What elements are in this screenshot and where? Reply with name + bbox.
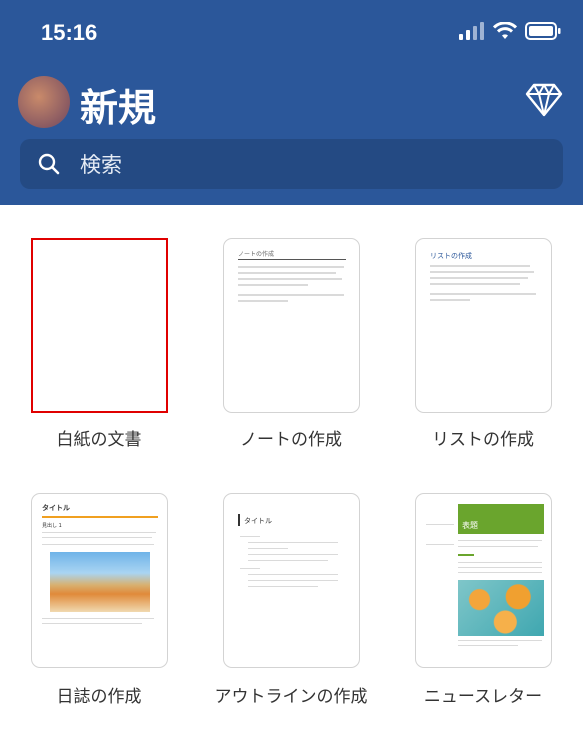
thumb-note-title: ノートの作成 xyxy=(238,251,275,258)
page-title: 新規 xyxy=(80,86,157,130)
template-label-outline[interactable]: アウトラインの作成 xyxy=(206,685,376,710)
template-note[interactable]: ノートの作成 xyxy=(223,238,360,413)
template-label-list[interactable]: リストの作成 xyxy=(398,428,568,453)
battery-icon xyxy=(525,22,561,40)
search-icon xyxy=(38,153,60,175)
status-time: 15:16 xyxy=(41,20,98,45)
search-bar[interactable] xyxy=(20,139,563,189)
thumb-list-title: リストの作成 xyxy=(430,252,472,260)
status-icons xyxy=(459,22,561,40)
thumb-diary-subtitle: 見出し 1 xyxy=(42,523,62,529)
search-input[interactable] xyxy=(78,146,542,184)
diamond-icon xyxy=(525,83,563,117)
avatar[interactable] xyxy=(18,76,70,128)
template-label-diary[interactable]: 日誌の作成 xyxy=(14,685,184,710)
thumb-outline-title: タイトル xyxy=(244,517,272,525)
app-header: 15:16 新規 xyxy=(0,0,583,205)
signal-icon xyxy=(459,22,484,40)
thumb-diary-title: タイトル xyxy=(42,504,70,512)
premium-button[interactable] xyxy=(525,83,563,121)
template-label-blank[interactable]: 白紙の文書 xyxy=(14,428,184,453)
template-diary[interactable]: タイトル 見出し 1 xyxy=(31,493,168,668)
template-label-newsletter[interactable]: ニュースレター xyxy=(398,685,568,710)
template-newsletter[interactable]: 表題 xyxy=(415,493,552,668)
template-list[interactable]: リストの作成 xyxy=(415,238,552,413)
template-outline[interactable]: タイトル xyxy=(223,493,360,668)
thumb-newsletter-title: 表題 xyxy=(462,521,478,530)
template-label-note[interactable]: ノートの作成 xyxy=(206,428,376,453)
template-blank-document[interactable] xyxy=(31,238,168,413)
thumb-diary-photo xyxy=(50,552,150,612)
wifi-icon xyxy=(493,22,517,39)
thumb-newsletter-photo xyxy=(458,580,544,636)
